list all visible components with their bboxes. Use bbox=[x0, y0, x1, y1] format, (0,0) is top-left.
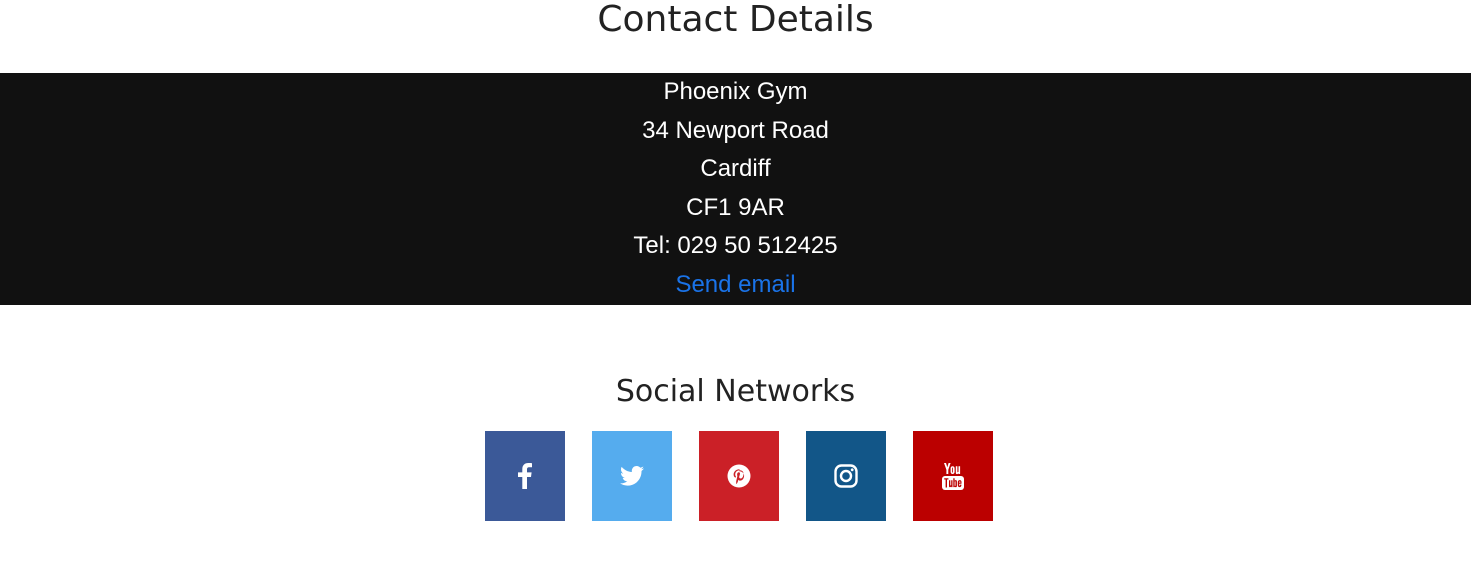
contact-details-heading: Contact Details bbox=[597, 0, 874, 40]
address-postcode: CF1 9AR bbox=[686, 193, 785, 221]
youtube-icon bbox=[942, 462, 964, 490]
youtube-button[interactable] bbox=[913, 431, 993, 521]
facebook-button[interactable] bbox=[485, 431, 565, 521]
pinterest-icon bbox=[727, 464, 751, 488]
pinterest-button[interactable] bbox=[699, 431, 779, 521]
business-name: Phoenix Gym bbox=[663, 78, 808, 105]
address-city: Cardiff bbox=[700, 155, 771, 183]
send-email-link[interactable]: Send email bbox=[675, 271, 795, 298]
contact-details-panel: Phoenix Gym 34 Newport Road Cardiff CF1 … bbox=[0, 73, 1471, 305]
twitter-icon bbox=[620, 466, 644, 486]
instagram-button[interactable] bbox=[806, 431, 886, 521]
instagram-icon bbox=[834, 464, 858, 488]
social-networks-heading: Social Networks bbox=[615, 374, 856, 409]
send-email-line: Send email bbox=[0, 266, 1471, 305]
telephone: Tel: 029 50 512425 bbox=[633, 232, 838, 260]
twitter-button[interactable] bbox=[592, 431, 672, 521]
facebook-icon bbox=[518, 463, 532, 489]
social-buttons bbox=[485, 431, 993, 521]
address-street: 34 Newport Road bbox=[642, 116, 829, 144]
